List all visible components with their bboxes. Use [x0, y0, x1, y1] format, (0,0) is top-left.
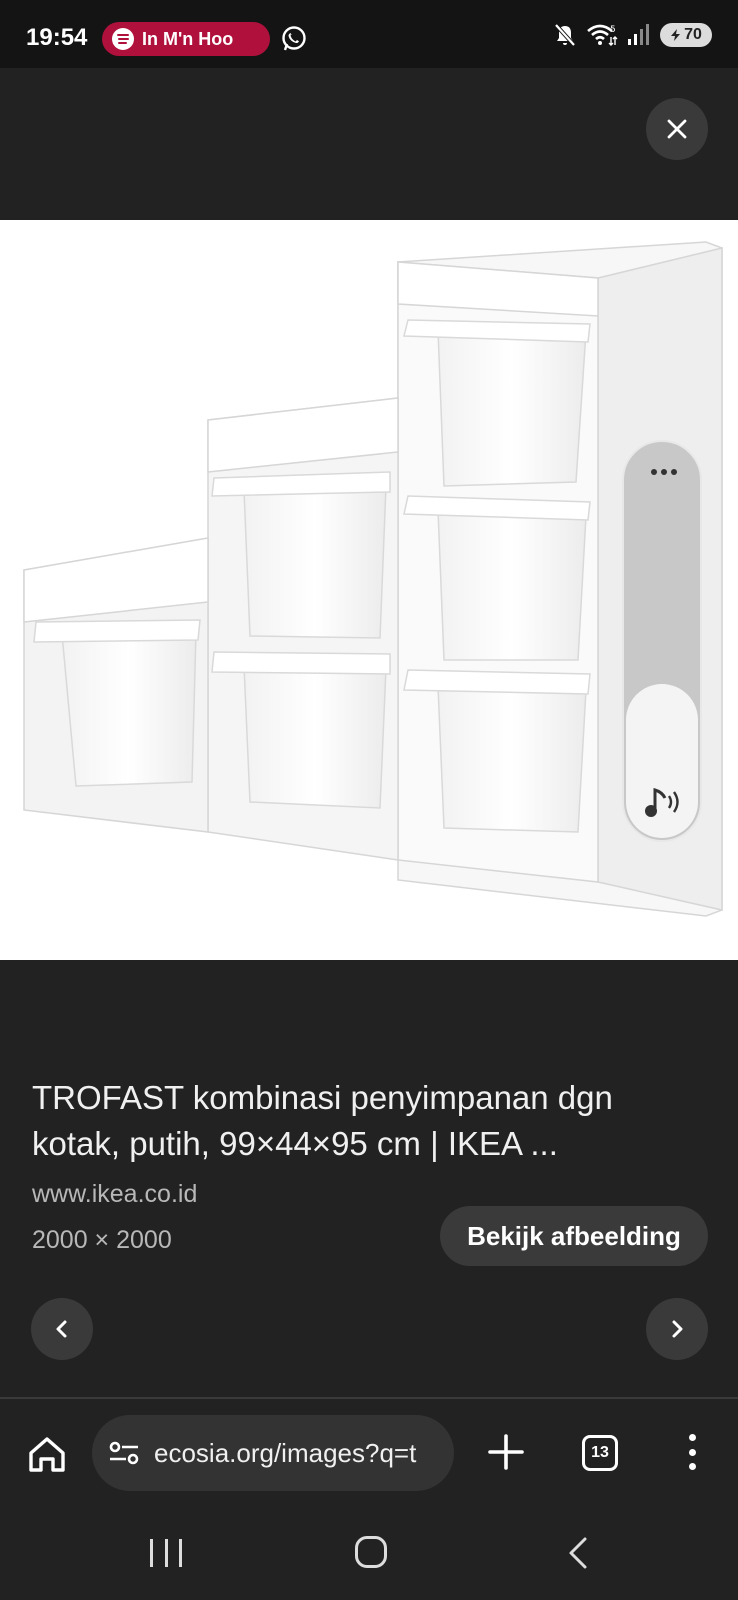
mute-icon [554, 23, 576, 47]
previous-image-button[interactable] [31, 1298, 93, 1360]
side-widget [622, 440, 702, 842]
battery-level: 70 [684, 26, 702, 43]
battery-icon: 70 [660, 23, 712, 47]
url-text: ecosia.org/images?q=t [154, 1437, 417, 1468]
browser-toolbar: ecosia.org/images?q=t 13 [0, 1399, 738, 1509]
home-icon[interactable] [26, 1433, 68, 1475]
close-button[interactable] [646, 98, 708, 160]
status-icons: 5 70 [552, 22, 712, 48]
audio-note-icon [645, 788, 679, 817]
spotify-now-playing-pill[interactable]: In M'n Hoo [102, 22, 270, 56]
clock: 19:54 [26, 24, 88, 51]
source-url[interactable]: www.ikea.co.id [32, 1180, 197, 1209]
spotify-icon [112, 28, 134, 50]
status-bar: 19:54 In M'n Hoo 5 70 [0, 0, 738, 68]
system-nav-bar [0, 1509, 738, 1600]
audio-button[interactable] [626, 684, 698, 838]
chevron-right-icon [672, 1320, 683, 1338]
plus-icon[interactable] [485, 1431, 527, 1473]
address-bar[interactable]: ecosia.org/images?q=t [92, 1415, 454, 1491]
signal-icon [628, 24, 649, 45]
site-settings-icon[interactable] [108, 1439, 140, 1467]
view-image-button[interactable]: Bekijk afbeelding [440, 1206, 708, 1266]
kebab-menu-icon[interactable] [680, 1431, 704, 1473]
tab-switcher-button[interactable]: 13 [582, 1435, 618, 1471]
more-dots-icon[interactable] [648, 462, 680, 482]
svg-text:5: 5 [610, 25, 616, 35]
image-title[interactable]: TROFAST kombinasi penyimpanan dgn kotak,… [32, 1075, 692, 1167]
close-icon [667, 119, 687, 139]
home-nav-button[interactable] [355, 1536, 387, 1568]
viewer-header [0, 68, 738, 220]
spotify-track-label: In M'n Hoo [142, 28, 234, 49]
chevron-left-icon [56, 1320, 67, 1338]
wifi-icon: 5 [587, 24, 618, 46]
whatsapp-icon [282, 26, 306, 51]
next-image-button[interactable] [646, 1298, 708, 1360]
back-icon[interactable] [566, 1535, 590, 1571]
tab-count: 13 [591, 1444, 609, 1461]
image-dimensions: 2000 × 2000 [32, 1226, 172, 1254]
recents-button[interactable] [150, 1539, 182, 1567]
